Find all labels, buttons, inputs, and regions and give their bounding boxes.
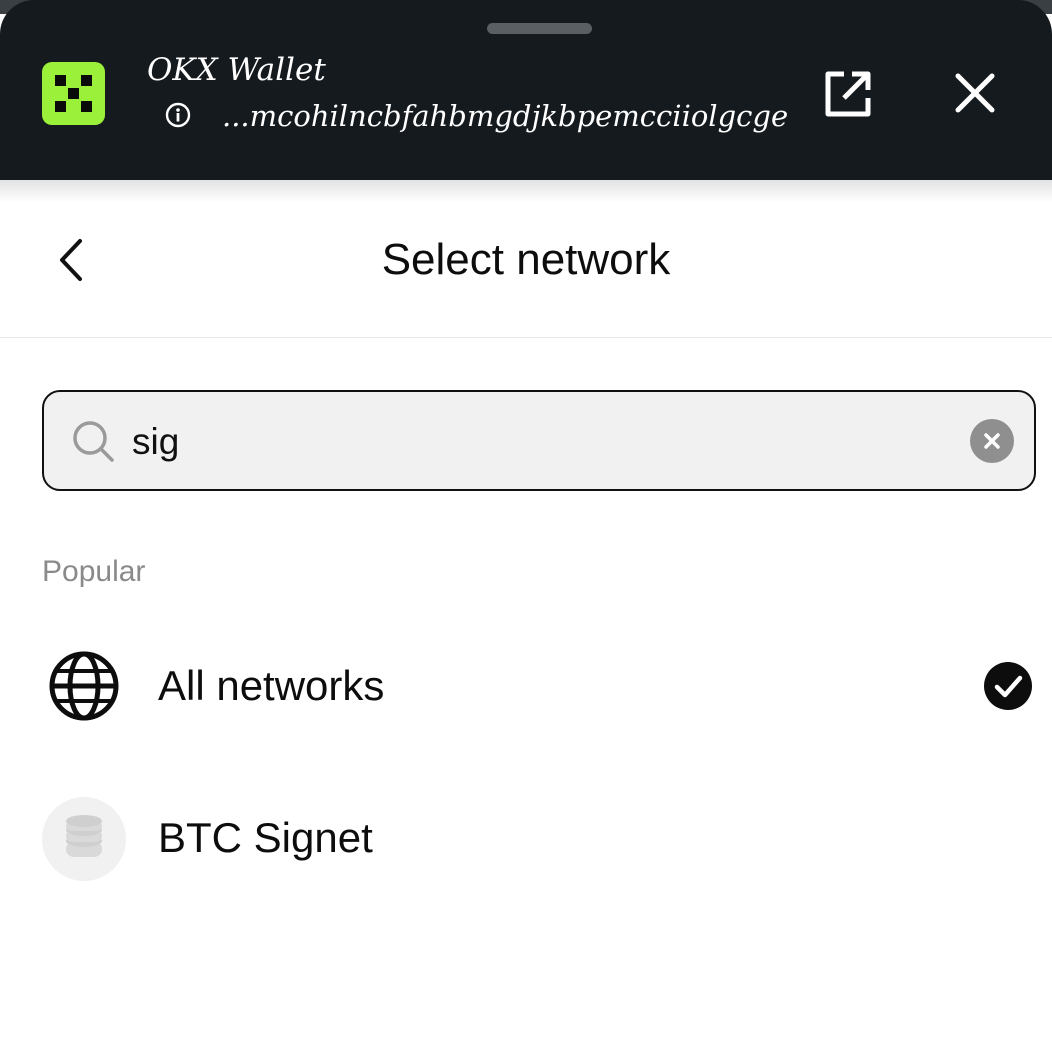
- close-icon[interactable]: [952, 70, 998, 116]
- network-label: BTC Signet: [158, 814, 373, 861]
- check-icon: [984, 662, 1032, 710]
- coin-stack-icon: [42, 797, 126, 881]
- search-input[interactable]: [132, 412, 952, 472]
- nav-bar: Select network: [0, 180, 1052, 338]
- clear-icon[interactable]: [970, 419, 1014, 463]
- open-external-icon[interactable]: [822, 68, 874, 120]
- page-title: Select network: [381, 235, 671, 284]
- dapp-header: OKX Wallet ...mcohilncbfahbmgdjkbpemccii…: [0, 0, 1052, 180]
- search-box[interactable]: [42, 390, 1036, 491]
- network-label: All networks: [158, 662, 385, 709]
- globe-icon: [42, 644, 126, 728]
- network-item-btc-signet[interactable]: BTC Signet: [0, 778, 1052, 898]
- info-icon[interactable]: [165, 102, 191, 128]
- network-item-all-networks[interactable]: All networks: [0, 626, 1052, 746]
- app-url: ...mcohilncbfahbmgdjkbpemcciiolgcge: [222, 99, 789, 133]
- app-title: OKX Wallet: [147, 52, 326, 88]
- sheet-grabber[interactable]: [487, 23, 592, 34]
- search-icon: [70, 418, 116, 464]
- section-label-popular: Popular: [42, 555, 146, 588]
- okx-logo: [42, 62, 105, 125]
